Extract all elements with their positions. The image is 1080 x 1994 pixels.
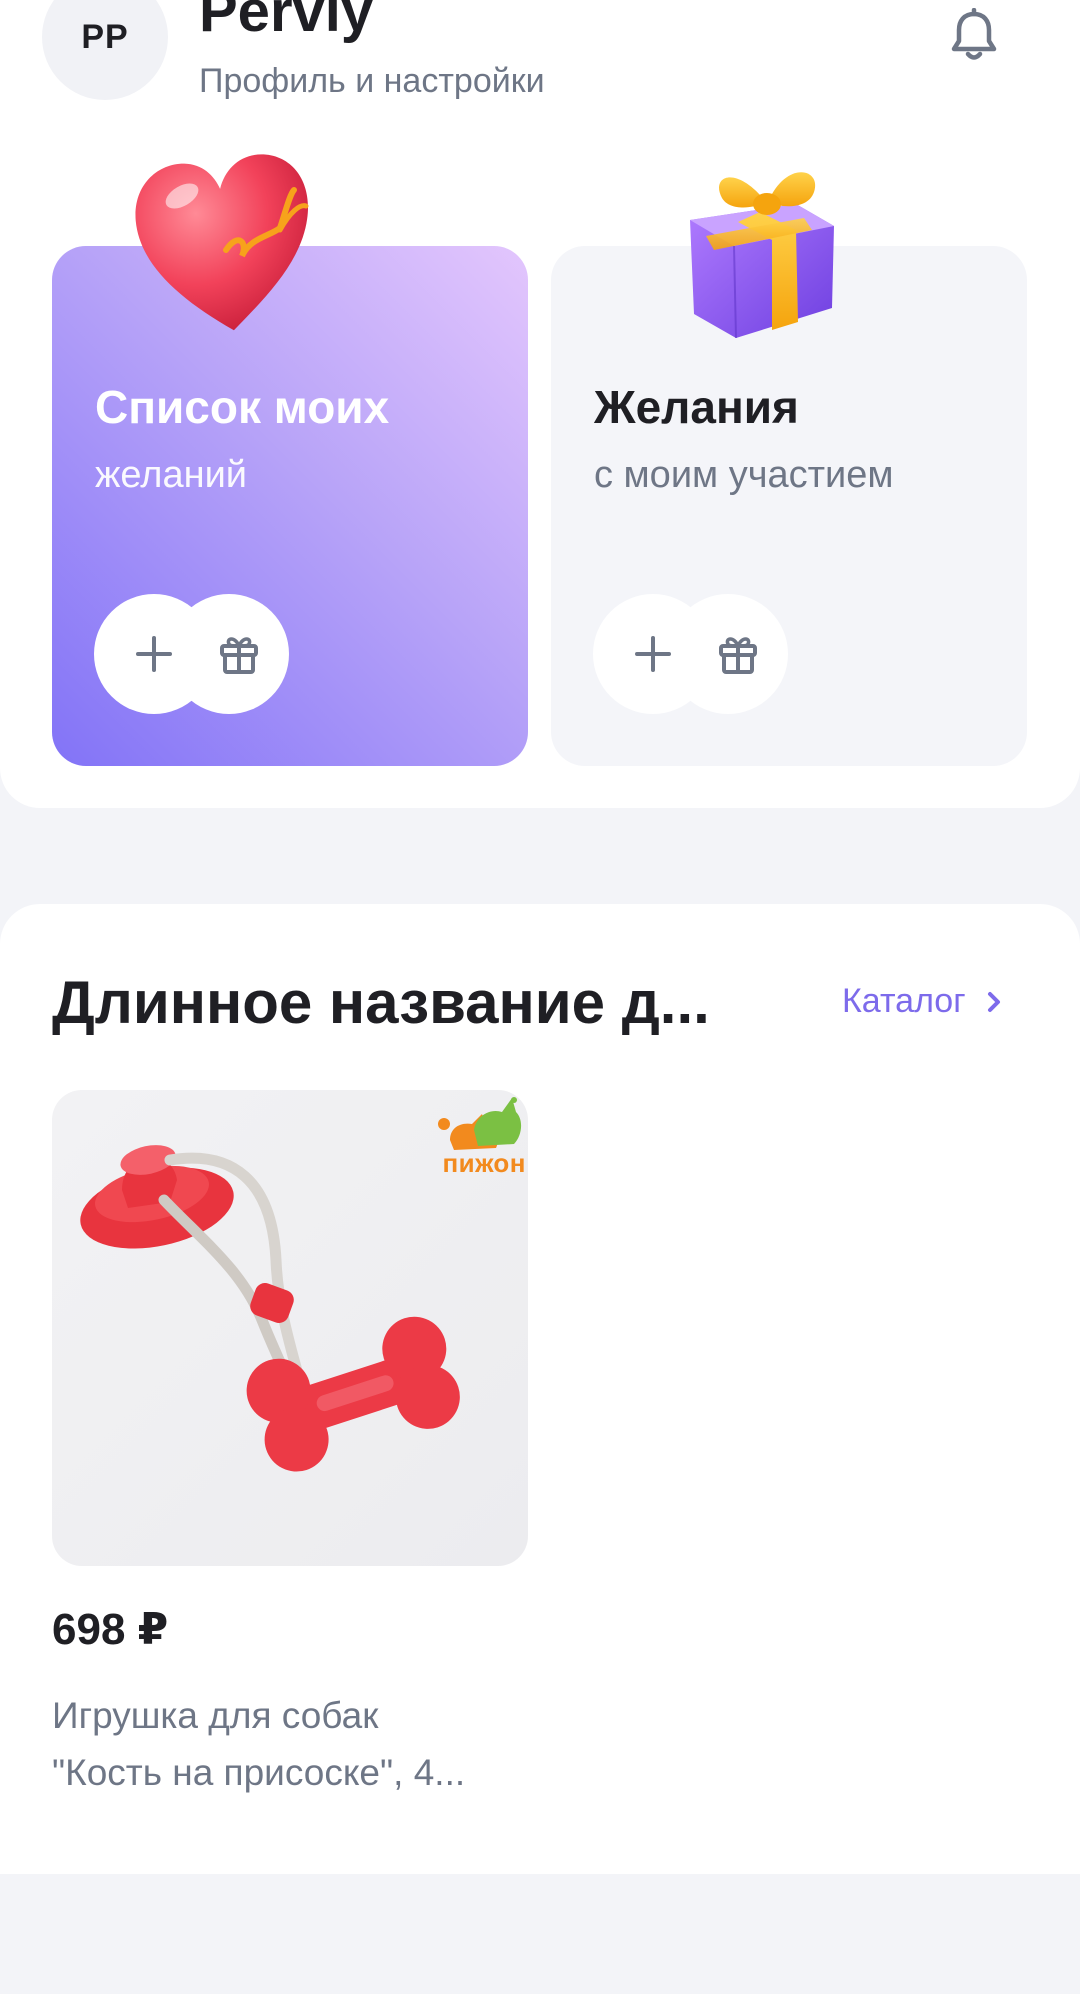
plus-icon (635, 636, 671, 672)
product-name: Игрушка для собак "Кость на присоске", 4… (52, 1687, 528, 1801)
notifications-button[interactable] (948, 7, 1000, 64)
catalog-link-label: Каталог (842, 982, 966, 1020)
catalog-link[interactable]: Каталог (842, 982, 1002, 1021)
section-title: Длинное название д... (52, 969, 710, 1036)
shared-wishes-title: Желания (594, 381, 799, 433)
product-name-line-1: Игрушка для собак (52, 1695, 379, 1736)
heart-illustration (135, 154, 309, 331)
gift-box-illustration (690, 172, 834, 339)
wishlist-section: Длинное название д... Каталог пижон 698 … (0, 904, 1080, 1874)
profile-username[interactable]: Perviy (199, 0, 373, 45)
wishlist-card-title: Список моих (95, 381, 390, 433)
wishlist-add-button[interactable] (94, 594, 214, 714)
shared-wishes-subtitle: с моим участием (594, 454, 894, 496)
profile-panel: PP Perviy Профиль и настройки Список мои… (0, 0, 1080, 808)
product-name-line-2: "Кость на присоске", 4... (52, 1752, 466, 1793)
avatar-initials: PP (81, 17, 129, 56)
brand-name: пижон (442, 1148, 526, 1178)
gift-icon (719, 637, 757, 674)
product-price: 698 ₽ (52, 1605, 169, 1654)
profile-settings-link[interactable]: Профиль и настройки (199, 62, 545, 101)
wishlist-card-subtitle: желаний (95, 454, 248, 496)
product-card[interactable]: пижон 698 ₽ Игрушка для собак "Кость на … (52, 1090, 528, 1801)
bell-icon (951, 7, 997, 60)
avatar[interactable]: PP (42, 0, 168, 100)
chevron-right-icon (987, 991, 1000, 1012)
gift-icon (220, 637, 258, 674)
plus-icon (136, 636, 172, 672)
product-image[interactable]: пижон (52, 1090, 528, 1566)
shared-add-button[interactable] (593, 594, 713, 714)
